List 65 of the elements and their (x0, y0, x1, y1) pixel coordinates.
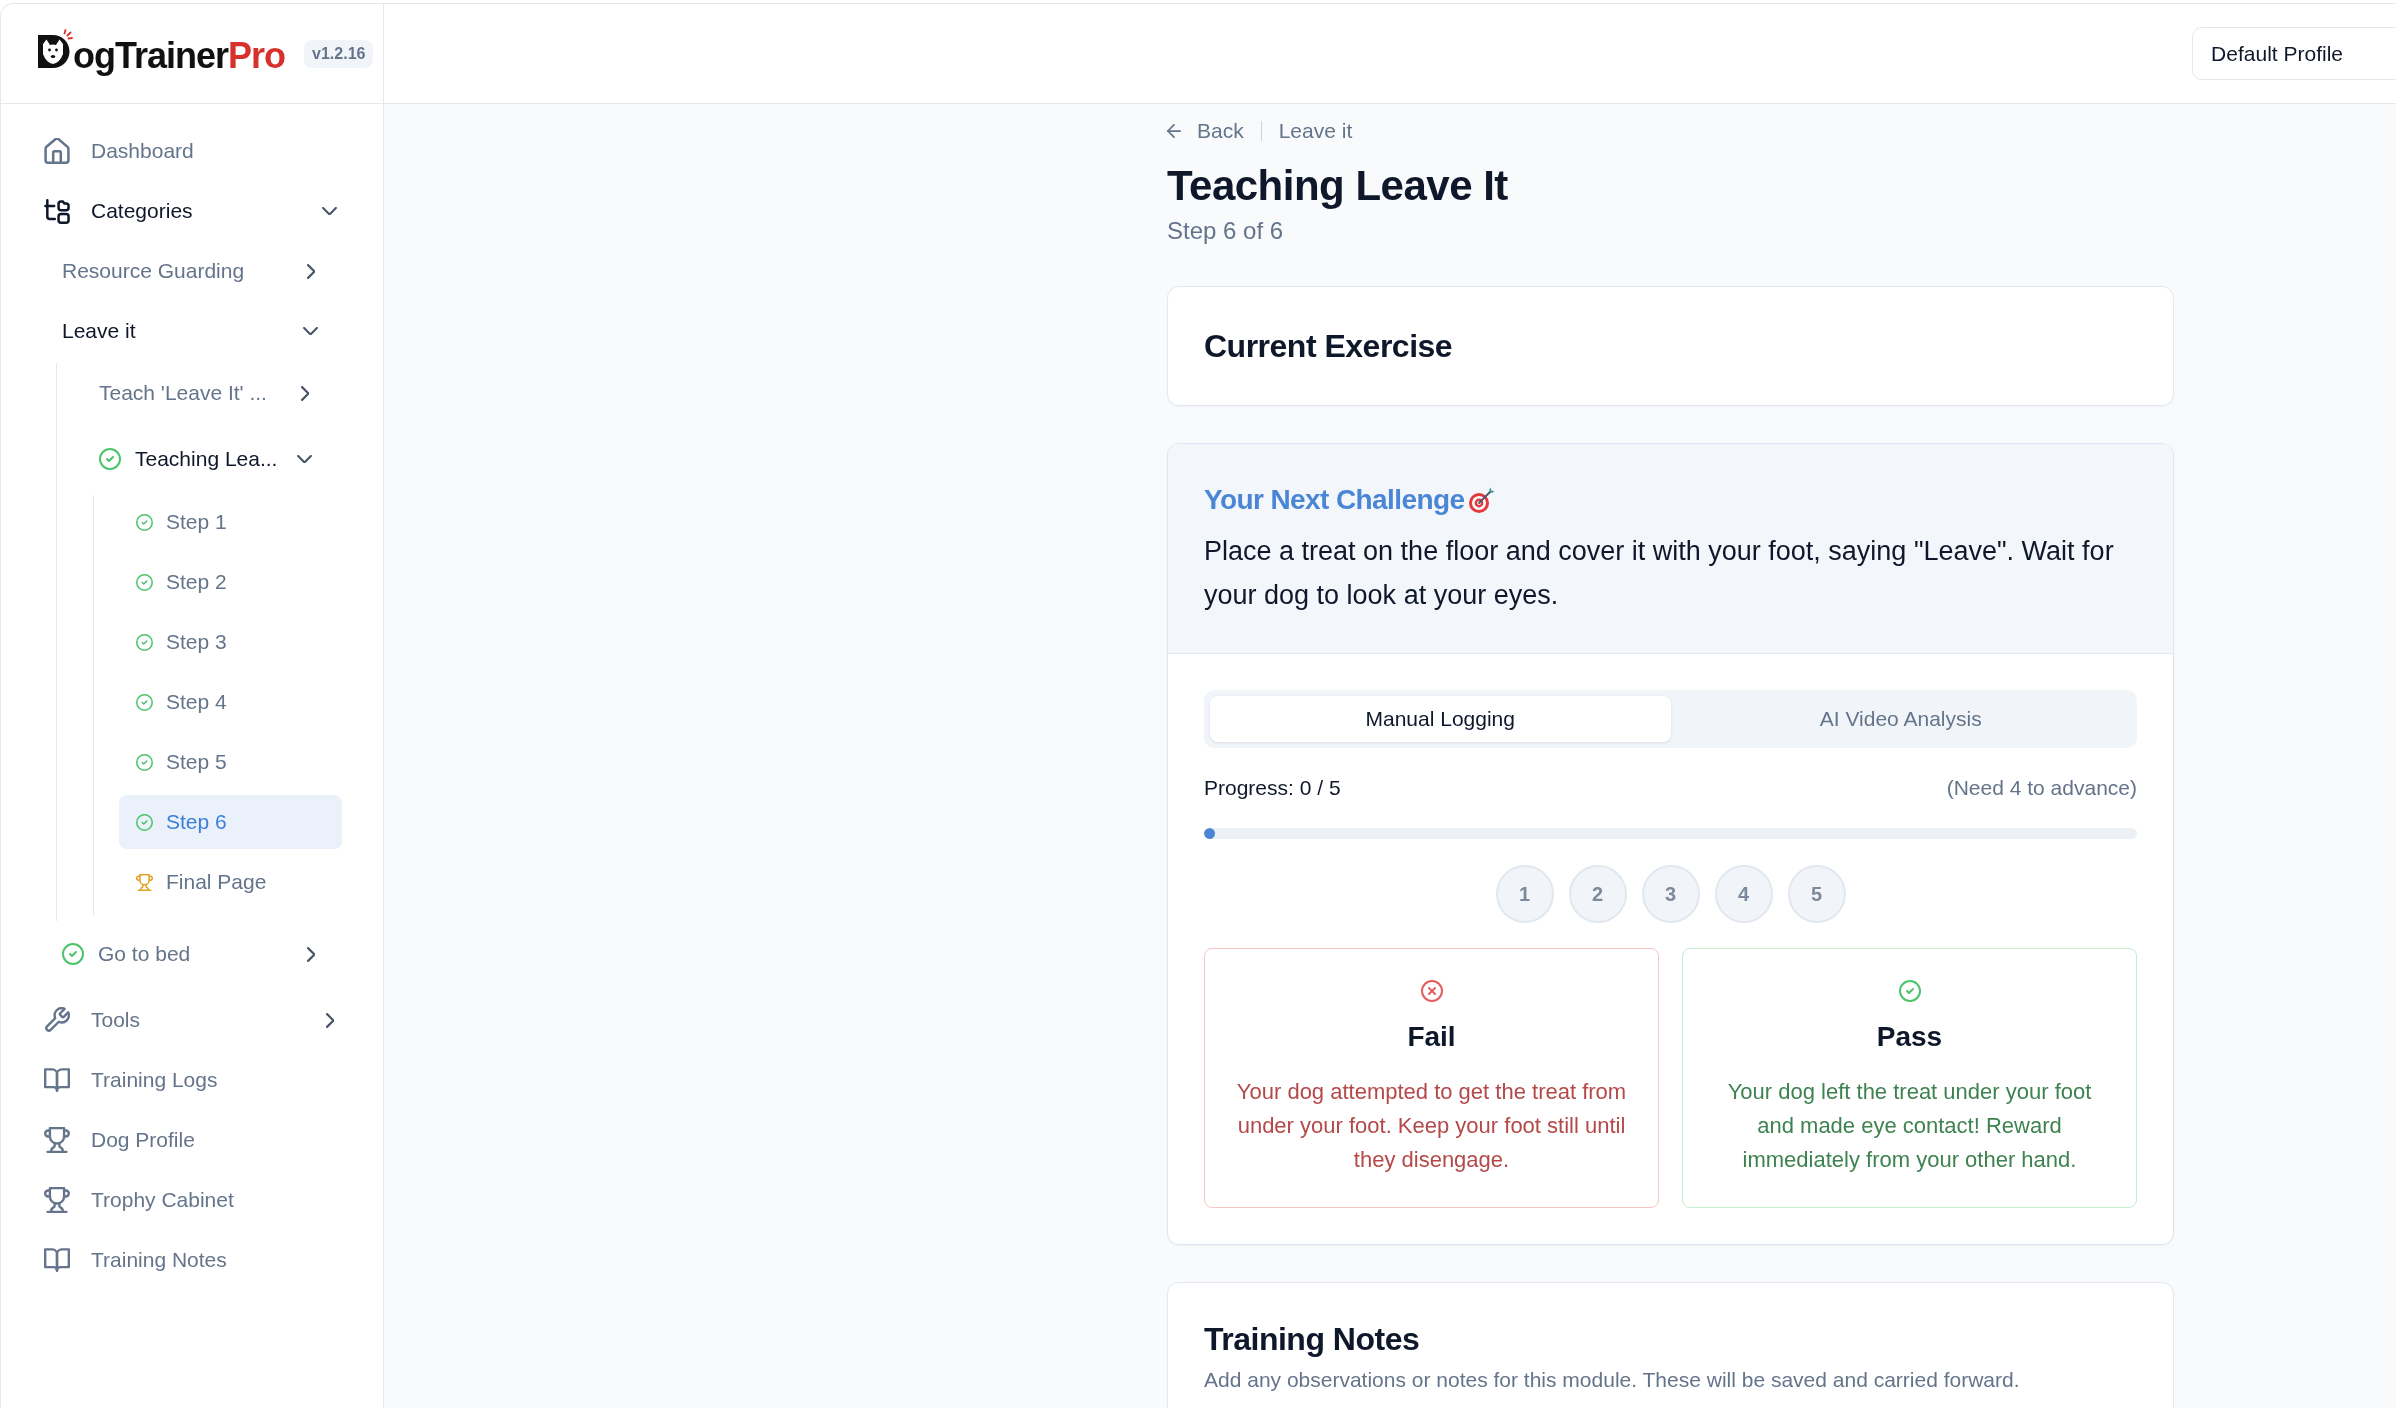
wrench-icon (44, 1007, 70, 1033)
back-link[interactable]: Back (1167, 119, 1244, 143)
chevron-right-icon[interactable] (325, 1012, 334, 1028)
outcome-description: Your dog left the treat under your foot and made eye contact! Reward immediately from your other hand. (1726, 1078, 2093, 1174)
sidebar-item[interactable]: Go to bed (48, 927, 326, 981)
dart-target-icon (1468, 486, 1496, 514)
logo-wordmark: ogTrainerPro (73, 34, 286, 78)
chevron-down-icon[interactable] (322, 206, 337, 216)
chevron-right-icon[interactable] (306, 263, 315, 279)
chevron-down-icon[interactable] (297, 454, 312, 464)
challenge-instructions: Place a treat on the floor and cover it with your foot, saying "Leave". Wait for your dog to look at your eyes. (1204, 535, 2115, 612)
chevron-right-icon[interactable] (306, 946, 315, 962)
profile-button[interactable]: Default Profile (2192, 27, 2396, 80)
outcome-card[interactable]: Pass Your dog left the treat under your foot and made eye contact! Reward immediately from your other hand. (1682, 948, 2137, 1208)
trophy-icon (44, 1127, 70, 1153)
attempt-indicator: 4 (1714, 865, 1773, 923)
sidebar-item[interactable]: Step 3 (119, 615, 342, 669)
card-description: Add any observations or notes for this module. These will be saved and carried forward. (1204, 1367, 2021, 1393)
check-circle-icon (1898, 980, 1921, 1002)
page-title: Teaching Leave It (1167, 161, 1509, 211)
card-title: Training Notes (1204, 1320, 1421, 1359)
outcome-title: Fail (1407, 1020, 1456, 1054)
sidebar-item[interactable]: Trophy Cabinet (31, 1173, 345, 1227)
sidebar-item[interactable]: Step 2 (119, 555, 342, 609)
sidebar-item[interactable]: Resource Guarding (48, 244, 326, 298)
sidebar-item[interactable]: Training Notes (31, 1233, 345, 1287)
tab[interactable]: AI Video Analysis (1670, 696, 2131, 742)
attempt-indicator: 1 (1495, 865, 1554, 923)
sidebar-item[interactable]: Teach 'Leave It' ... (73, 363, 320, 423)
outcome-card[interactable]: Fail Your dog attempted to get the treat from under your foot. Keep your foot still until they disengage. (1204, 948, 1659, 1208)
outcome-title: Pass (1876, 1020, 1943, 1054)
sidebar-item[interactable]: Step 1 (119, 495, 342, 549)
chevron-right-icon[interactable] (300, 385, 309, 401)
sidebar-item[interactable]: Tools (31, 993, 345, 1047)
sidebar-item[interactable]: Teaching Lea... (73, 429, 320, 489)
progress-label: Progress: 0 / 5 (1204, 776, 1341, 800)
sidebar-item[interactable]: Leave it (48, 304, 326, 358)
attempt-indicator: 2 (1568, 865, 1627, 923)
progress-hint: (Need 4 to advance) (1946, 776, 2137, 800)
version-badge: v1.2.16 (304, 39, 374, 68)
breadcrumb-current: Leave it (1278, 119, 1353, 143)
sidebar-item[interactable]: Step 4 (119, 675, 342, 729)
card-title: Current Exercise (1204, 327, 1454, 366)
attempt-indicator: 3 (1641, 865, 1700, 923)
sidebar-item[interactable]: Dashboard (31, 124, 345, 178)
page-subtitle: Step 6 of 6 (1167, 216, 1285, 246)
sidebar-item[interactable]: Final Page (119, 855, 342, 909)
chevron-down-icon[interactable] (303, 326, 318, 336)
tree-structure-icon (44, 198, 70, 224)
book-open-icon (44, 1248, 70, 1272)
sidebar-item[interactable]: Training Logs (31, 1053, 345, 1107)
sidebar-item[interactable]: Categories (31, 184, 345, 238)
book-open-icon (44, 1068, 70, 1092)
home-icon (44, 138, 70, 164)
outcome-description: Your dog attempted to get the treat from under your foot. Keep your foot still until they disengage. (1235, 1078, 1628, 1174)
trophy-icon (136, 873, 153, 891)
attempt-indicator: 5 (1787, 865, 1846, 923)
dog-logo-icon (38, 29, 73, 68)
sidebar-item[interactable]: Step 5 (119, 735, 342, 789)
challenge-title: Your Next Challenge (1204, 483, 1465, 517)
x-circle-icon (1420, 980, 1443, 1002)
tab[interactable]: Manual Logging (1210, 696, 1671, 742)
sidebar-item[interactable]: Dog Profile (31, 1113, 345, 1167)
trophy-icon (44, 1187, 70, 1213)
sidebar-item[interactable]: Step 6 (119, 795, 342, 849)
